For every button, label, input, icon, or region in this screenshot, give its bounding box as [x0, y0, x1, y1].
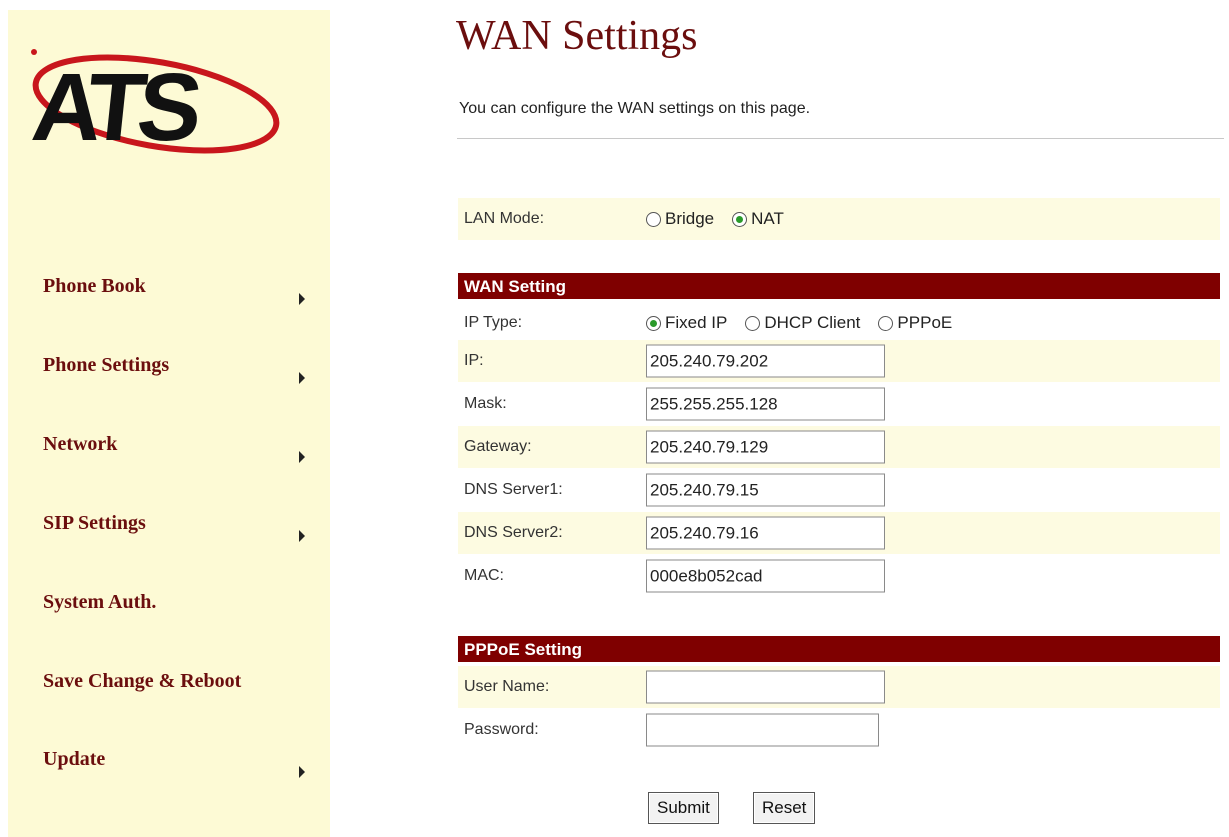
dns-server2-input[interactable]: [646, 516, 885, 550]
page-title: WAN Settings: [456, 13, 698, 59]
page-description: You can configure the WAN settings on th…: [459, 100, 811, 117]
radio-label: NAT: [751, 209, 784, 228]
radio-selected-icon: [732, 211, 748, 227]
ip-label: IP:: [464, 352, 484, 369]
ip-type-label: IP Type:: [464, 314, 523, 331]
sidebar-item-label: Update: [43, 748, 106, 770]
radio-unselected-icon: [878, 315, 894, 331]
gateway-input[interactable]: [646, 430, 885, 464]
ats-logo: ATS: [26, 42, 286, 182]
mac-input[interactable]: [646, 559, 885, 593]
lan-mode-nat-radio[interactable]: NAT: [732, 209, 784, 229]
sidebar-item-network[interactable]: Network: [43, 433, 333, 493]
lan-mode-bridge-radio[interactable]: Bridge: [646, 209, 714, 229]
arrow-right-icon: [299, 372, 305, 384]
sidebar-item-phone-settings[interactable]: Phone Settings: [43, 354, 333, 414]
radio-unselected-icon: [646, 211, 661, 227]
password-row: Password:: [458, 709, 1220, 751]
arrow-right-icon: [299, 530, 305, 542]
dns-server1-row: DNS Server1:: [458, 469, 1220, 511]
radio-label: Fixed IP: [665, 313, 728, 332]
wan-setting-header: WAN Setting: [458, 273, 1220, 299]
mask-row: Mask:: [458, 383, 1220, 425]
lan-mode-row: LAN Mode: Bridge NAT: [458, 198, 1220, 240]
user-name-label: User Name:: [464, 678, 550, 695]
sidebar: ATS Phone Book Phone Settings Network SI…: [8, 10, 330, 837]
pppoe-setting-header: PPPoE Setting: [458, 636, 1220, 662]
mac-row: MAC:: [458, 555, 1220, 597]
sidebar-item-label: Phone Book: [43, 275, 146, 297]
lan-mode-radio-group: Bridge NAT: [646, 209, 802, 229]
dns-server1-label: DNS Server1:: [464, 481, 563, 498]
ats-logo-graphic: ATS: [27, 49, 280, 161]
gateway-label: Gateway:: [464, 438, 532, 455]
sidebar-item-system-auth[interactable]: System Auth.: [43, 591, 333, 651]
svg-text:ATS: ATS: [27, 54, 204, 161]
dns-server1-input[interactable]: [646, 473, 885, 507]
user-name-row: User Name:: [458, 666, 1220, 708]
ip-type-row: IP Type: Fixed IP DHCP Client PPPoE: [458, 302, 1220, 344]
sidebar-item-label: Network: [43, 433, 118, 455]
reset-button[interactable]: Reset: [753, 792, 816, 824]
mask-input[interactable]: [646, 387, 885, 421]
sidebar-item-sip-settings[interactable]: SIP Settings: [43, 512, 333, 572]
sidebar-item-label: System Auth.: [43, 591, 157, 613]
arrow-right-icon: [299, 293, 305, 305]
mask-label: Mask:: [464, 395, 507, 412]
radio-label: PPPoE: [897, 313, 953, 332]
arrow-right-icon: [299, 451, 305, 463]
dns-server2-row: DNS Server2:: [458, 512, 1220, 554]
ip-type-dhcp-client-radio[interactable]: DHCP Client: [745, 313, 860, 333]
dns-server2-label: DNS Server2:: [464, 524, 563, 541]
mac-label: MAC:: [464, 567, 504, 584]
ip-row: IP:: [458, 340, 1220, 382]
radio-label: Bridge: [665, 209, 715, 228]
submit-button[interactable]: Submit: [648, 792, 719, 824]
sidebar-item-save-change-reboot[interactable]: Save Change & Reboot: [43, 670, 333, 730]
ip-type-fixed-ip-radio[interactable]: Fixed IP: [646, 313, 727, 333]
sidebar-item-label: Phone Settings: [43, 354, 170, 376]
divider: [457, 138, 1224, 139]
ip-type-pppoe-radio[interactable]: PPPoE: [878, 313, 952, 333]
password-input[interactable]: [646, 713, 879, 747]
user-name-input[interactable]: [646, 670, 885, 704]
password-label: Password:: [464, 721, 539, 738]
lan-mode-label: LAN Mode:: [464, 210, 545, 227]
radio-label: DHCP Client: [764, 313, 861, 332]
sidebar-item-label: SIP Settings: [43, 512, 146, 534]
ip-type-radio-group: Fixed IP DHCP Client PPPoE: [646, 313, 970, 333]
radio-selected-icon: [646, 315, 661, 331]
radio-unselected-icon: [745, 315, 761, 331]
ip-input[interactable]: [646, 344, 885, 378]
sidebar-item-label: Save Change & Reboot: [43, 670, 242, 692]
sidebar-item-update[interactable]: Update: [43, 748, 333, 808]
gateway-row: Gateway:: [458, 426, 1220, 468]
sidebar-item-phone-book[interactable]: Phone Book: [43, 275, 333, 335]
arrow-right-icon: [299, 766, 305, 778]
